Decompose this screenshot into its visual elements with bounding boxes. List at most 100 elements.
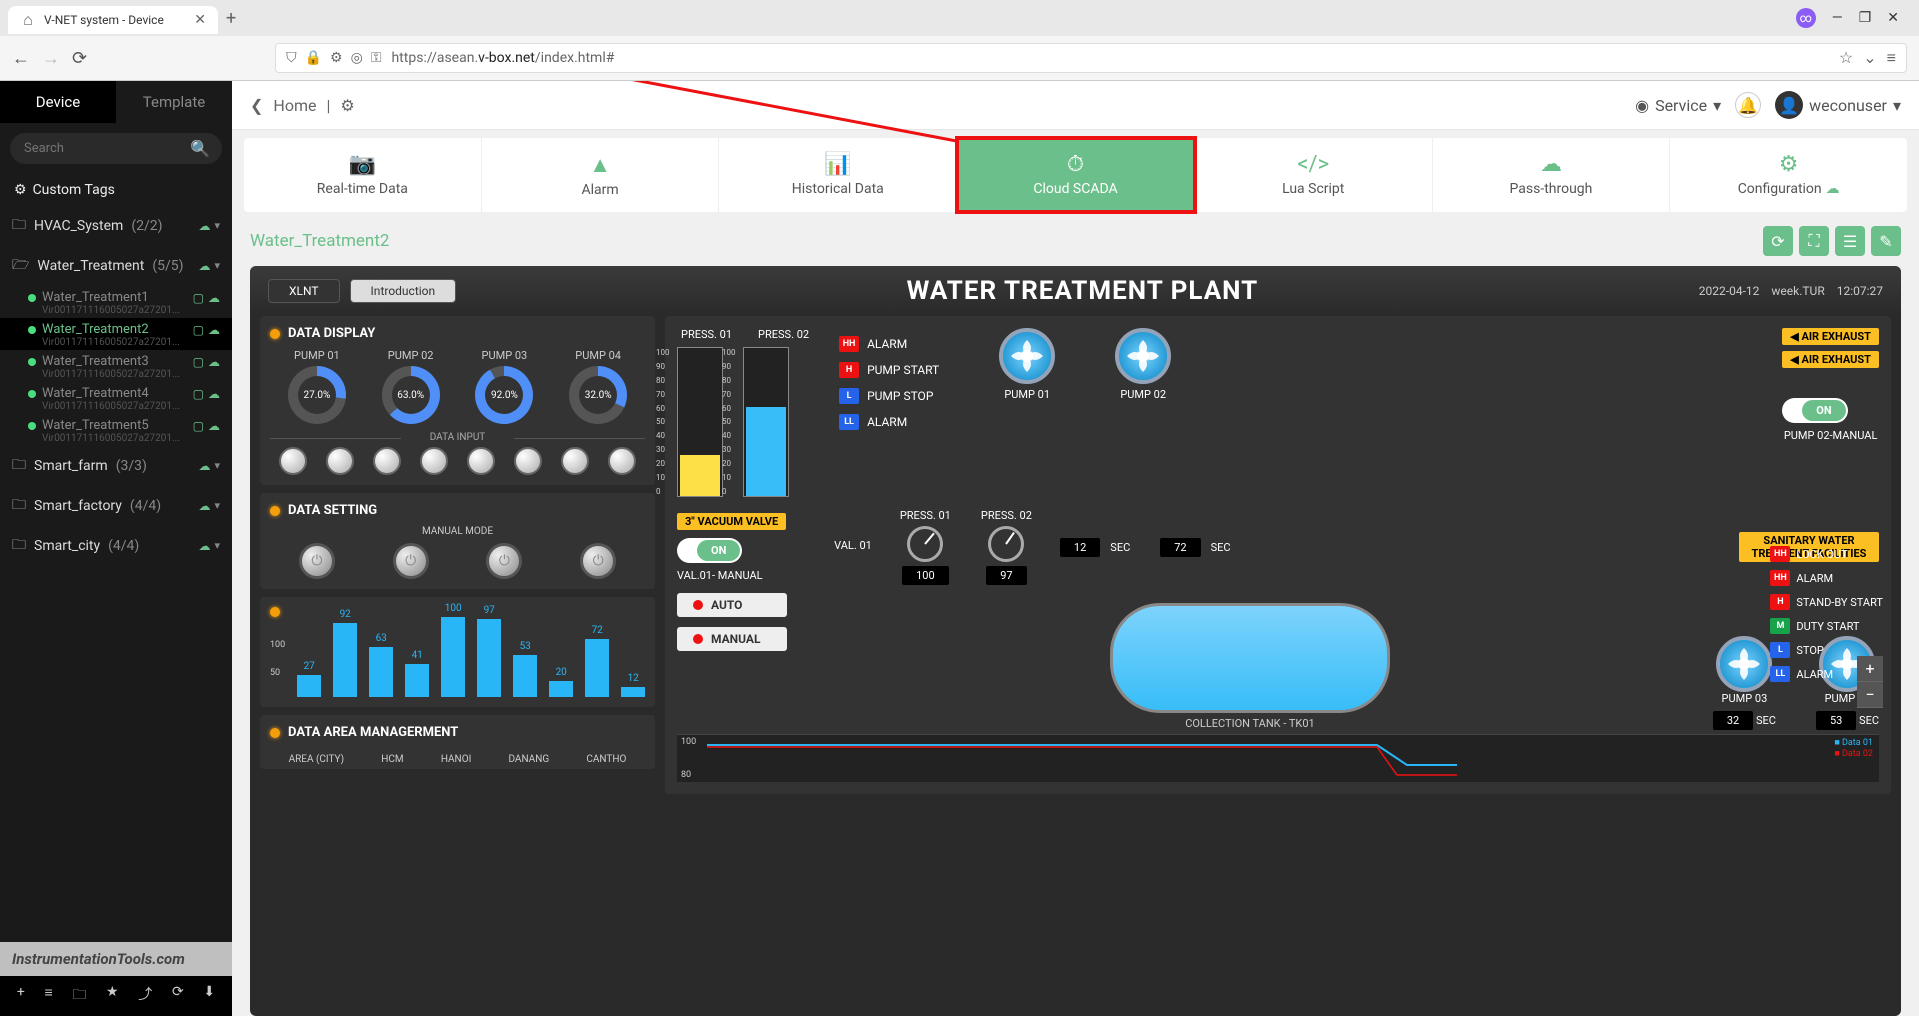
cloud-icon[interactable]: ☁ bbox=[208, 419, 220, 433]
device-item[interactable]: Water_Treatment3▢☁ Vir001171116005027a27… bbox=[0, 350, 232, 382]
intro-button[interactable]: Introduction bbox=[350, 279, 457, 303]
knob[interactable] bbox=[279, 447, 307, 475]
tab-realtime[interactable]: 📷Real-time Data bbox=[244, 138, 482, 212]
group-smartfactory[interactable]: 🗀 Smart_factory (4/4) ☁▾ bbox=[0, 486, 232, 526]
chevron-down-icon[interactable]: ▾ bbox=[214, 459, 220, 473]
download-icon[interactable]: ⬇ bbox=[203, 984, 215, 1008]
user-menu[interactable]: 👤 weconuser ▾ bbox=[1775, 91, 1901, 119]
xlnt-button[interactable]: XLNT bbox=[268, 279, 340, 303]
breadcrumb-home[interactable]: Home bbox=[273, 96, 316, 115]
bell-icon[interactable]: 🔔 bbox=[1735, 92, 1761, 118]
location-icon[interactable]: ◎ bbox=[351, 50, 363, 66]
window-close-button[interactable]: ✕ bbox=[1887, 10, 1899, 26]
knob[interactable] bbox=[326, 447, 354, 475]
mode-knob[interactable]: ⏻ bbox=[393, 543, 429, 579]
manual-button[interactable]: MANUAL bbox=[677, 627, 787, 651]
tab-passthrough[interactable]: ☁Pass-through bbox=[1433, 138, 1671, 212]
pocket-icon[interactable]: ⌄ bbox=[1863, 48, 1876, 68]
edit-button[interactable]: ✎ bbox=[1871, 226, 1901, 256]
knob[interactable] bbox=[561, 447, 589, 475]
reload-button[interactable]: ⟳ bbox=[72, 48, 87, 69]
screen-icon[interactable]: ▢ bbox=[193, 291, 204, 305]
search-field[interactable] bbox=[24, 141, 190, 156]
folder-icon[interactable]: 🗀 bbox=[72, 984, 86, 1008]
group-smartcity[interactable]: 🗀 Smart_city (4/4) ☁▾ bbox=[0, 526, 232, 566]
tab-historical[interactable]: 📊Historical Data bbox=[719, 138, 957, 212]
device-item[interactable]: Water_Treatment1▢☁ Vir001171116005027a27… bbox=[0, 286, 232, 318]
group-hvac[interactable]: 🗀 HVAC_System (2/2) ☁▾ bbox=[0, 206, 232, 246]
knob[interactable] bbox=[514, 447, 542, 475]
screen-icon[interactable]: ▢ bbox=[193, 387, 204, 401]
cloud-icon[interactable]: ☁ bbox=[198, 459, 210, 473]
key-icon[interactable]: ⚿ bbox=[371, 50, 382, 66]
valve-on-toggle[interactable]: ON bbox=[677, 538, 742, 563]
back-icon[interactable]: ❮ bbox=[250, 96, 263, 115]
cloud-icon[interactable]: ☁ bbox=[198, 259, 210, 273]
tab-cloud-scada[interactable]: ⏱Cloud SCADA bbox=[957, 138, 1195, 212]
device-item[interactable]: Water_Treatment5▢☁ Vir001171116005027a27… bbox=[0, 414, 232, 446]
device-item-active[interactable]: Water_Treatment2▢☁ Vir001171116005027a27… bbox=[0, 318, 232, 350]
group-smartfarm[interactable]: 🗀 Smart_farm (3/3) ☁▾ bbox=[0, 446, 232, 486]
screen-icon[interactable]: ▢ bbox=[193, 323, 204, 337]
tab-lua[interactable]: </>Lua Script bbox=[1195, 138, 1433, 212]
pump-label: PUMP 03 bbox=[475, 349, 533, 362]
cloud-icon[interactable]: ☁ bbox=[208, 291, 220, 305]
screen-icon[interactable]: ▢ bbox=[193, 355, 204, 369]
zoom-in-button[interactable]: + bbox=[1857, 656, 1883, 682]
custom-tags-button[interactable]: ⚙ Custom Tags bbox=[0, 174, 232, 206]
device-item[interactable]: Water_Treatment4▢☁ Vir001171116005027a27… bbox=[0, 382, 232, 414]
browser-tab[interactable]: ⌂ V-NET system - Device ✕ bbox=[8, 6, 218, 34]
zoom-out-button[interactable]: − bbox=[1857, 682, 1883, 708]
chevron-down-icon[interactable]: ▾ bbox=[214, 219, 220, 233]
knob[interactable] bbox=[373, 447, 401, 475]
minimize-button[interactable]: — bbox=[1832, 10, 1843, 26]
list-icon[interactable]: ≡ bbox=[44, 984, 52, 1008]
close-icon[interactable]: ✕ bbox=[194, 12, 206, 28]
search-input[interactable]: 🔍 bbox=[10, 133, 222, 164]
cloud-icon[interactable]: ☁ bbox=[208, 387, 220, 401]
chevron-down-icon[interactable]: ▾ bbox=[214, 539, 220, 553]
menu-icon[interactable]: ≡ bbox=[1887, 48, 1896, 68]
maximize-button[interactable]: ❐ bbox=[1859, 10, 1872, 26]
chevron-down-icon[interactable]: ▾ bbox=[214, 259, 220, 273]
back-button[interactable]: ← bbox=[12, 48, 30, 69]
screen-icon[interactable]: ▢ bbox=[193, 419, 204, 433]
cloud-icon[interactable]: ☁ bbox=[208, 323, 220, 337]
search-icon[interactable]: 🔍 bbox=[190, 139, 210, 158]
refresh-button[interactable]: ⟳ bbox=[1763, 226, 1793, 256]
settings-icon[interactable]: ⚙ bbox=[330, 50, 343, 66]
forward-button[interactable]: → bbox=[42, 48, 60, 69]
group-water[interactable]: 🗁 Water_Treatment (5/5) ☁▾ bbox=[0, 246, 232, 286]
star-icon[interactable]: ☆ bbox=[1839, 48, 1853, 68]
list-button[interactable]: ☰ bbox=[1835, 226, 1865, 256]
add-icon[interactable]: + bbox=[17, 984, 25, 1008]
sidebar-tab-template[interactable]: Template bbox=[116, 81, 232, 123]
fullscreen-button[interactable]: ⛶ bbox=[1799, 226, 1829, 256]
on-toggle[interactable]: ON bbox=[1782, 398, 1847, 423]
share-icon[interactable]: ⤴ bbox=[138, 984, 152, 1008]
new-tab-button[interactable]: + bbox=[226, 8, 236, 29]
extension-icon[interactable]: ∞ bbox=[1796, 8, 1816, 28]
star-icon[interactable]: ★ bbox=[106, 984, 119, 1008]
mode-knob[interactable]: ⏻ bbox=[486, 543, 522, 579]
tab-config[interactable]: ⚙Configuration☁ bbox=[1670, 138, 1907, 212]
mode-knob[interactable]: ⏻ bbox=[299, 543, 335, 579]
knob[interactable] bbox=[608, 447, 636, 475]
knob[interactable] bbox=[467, 447, 495, 475]
sidebar-tab-device[interactable]: Device bbox=[0, 81, 116, 123]
gear-icon[interactable]: ⚙ bbox=[340, 96, 354, 115]
lock-icon[interactable]: 🔒 bbox=[305, 50, 322, 66]
mode-knob[interactable]: ⏻ bbox=[580, 543, 616, 579]
chevron-down-icon[interactable]: ▾ bbox=[214, 499, 220, 513]
cloud-icon[interactable]: ☁ bbox=[198, 499, 210, 513]
cloud-icon[interactable]: ☁ bbox=[198, 219, 210, 233]
shield-icon[interactable]: ⛉ bbox=[286, 50, 297, 66]
auto-button[interactable]: AUTO bbox=[677, 593, 787, 617]
knob[interactable] bbox=[420, 447, 448, 475]
cloud-icon[interactable]: ☁ bbox=[198, 539, 210, 553]
cloud-icon[interactable]: ☁ bbox=[208, 355, 220, 369]
refresh-icon[interactable]: ⟳ bbox=[172, 984, 184, 1008]
tab-alarm[interactable]: ▲Alarm bbox=[482, 138, 720, 212]
service-dropdown[interactable]: ◉ Service ▾ bbox=[1635, 96, 1721, 115]
url-bar[interactable]: ⛉ 🔒 ⚙ ◎ ⚿ https://asean.v-box.net/index.… bbox=[275, 43, 1907, 73]
